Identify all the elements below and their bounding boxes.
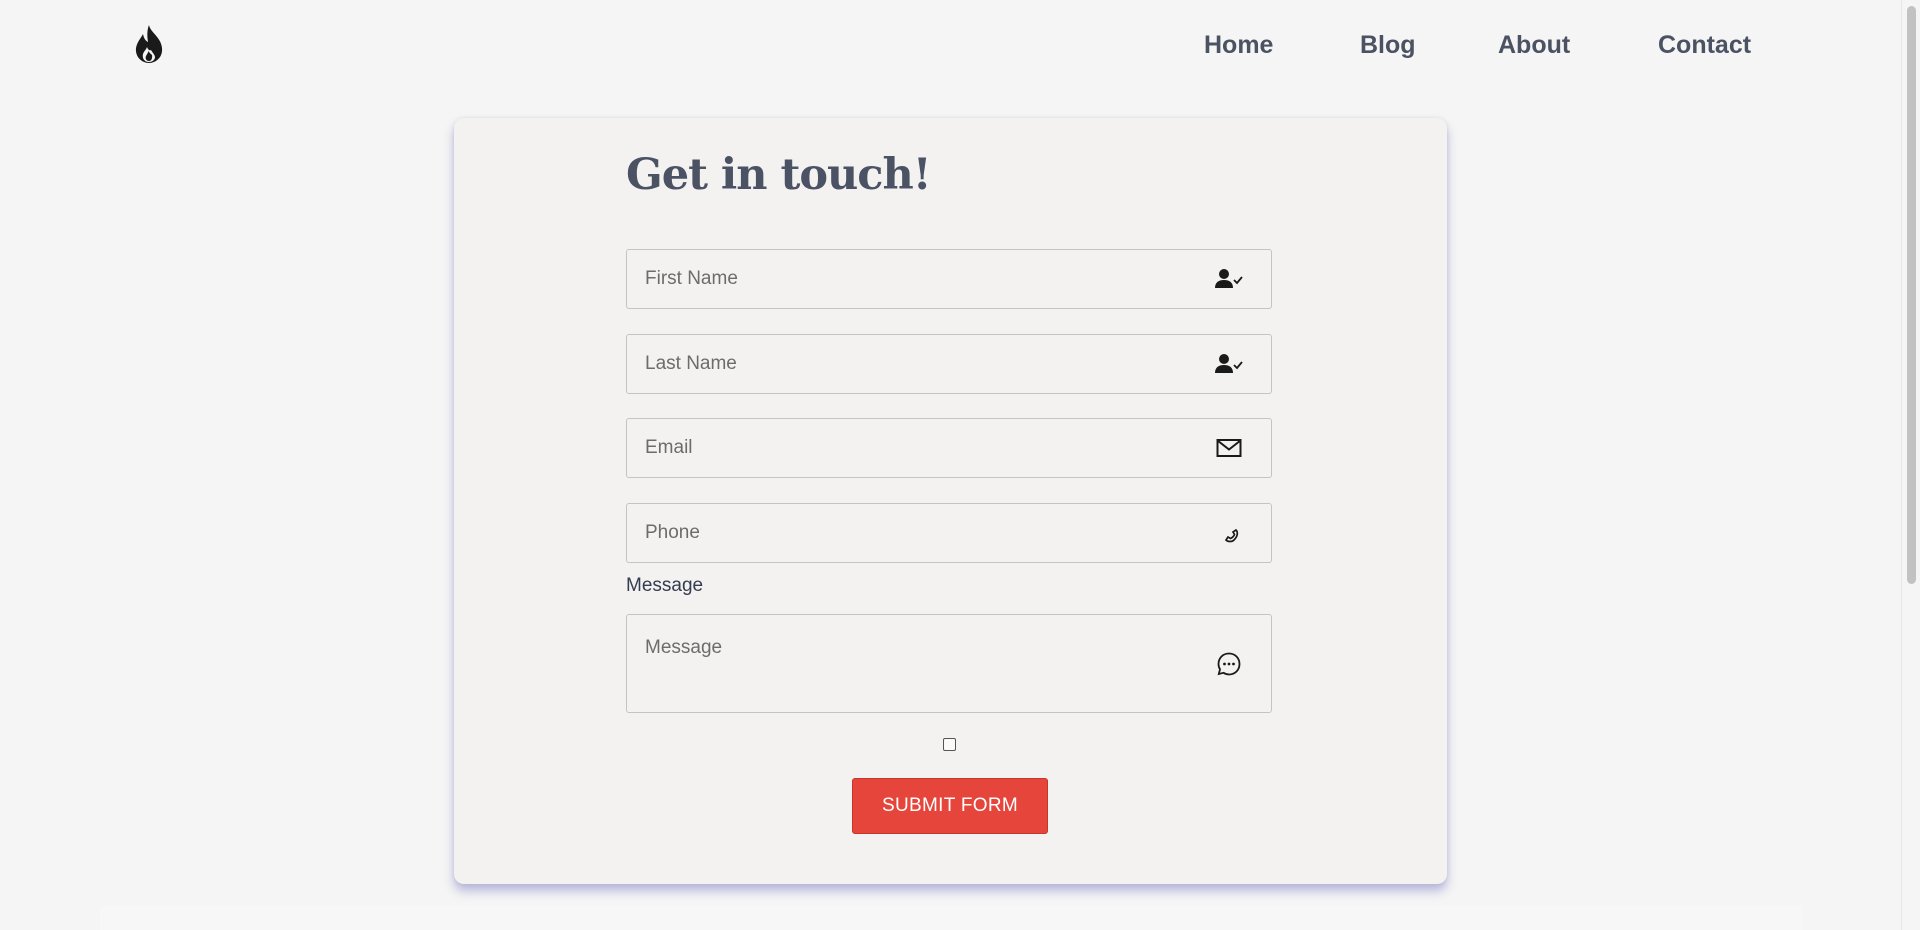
consent-checkbox[interactable] — [943, 738, 956, 751]
user-check-icon — [1215, 267, 1243, 291]
nav-blog[interactable]: Blog — [1360, 27, 1416, 63]
phone-input[interactable] — [627, 504, 1271, 562]
nav-home[interactable]: Home — [1204, 27, 1273, 63]
message-field — [626, 614, 1272, 713]
email-input[interactable] — [627, 419, 1271, 477]
flame-icon[interactable] — [131, 24, 167, 64]
contact-card — [454, 118, 1447, 884]
chat-bubble-icon — [1215, 652, 1243, 676]
last-name-field — [626, 334, 1272, 394]
footer-strip — [100, 906, 1802, 930]
phone-icon — [1215, 521, 1243, 545]
scrollbar-track[interactable] — [1901, 0, 1920, 930]
page: Home Blog About Contact Get in touch! Fi… — [0, 0, 1920, 930]
message-label: Message — [626, 575, 704, 596]
nav-about[interactable]: About — [1498, 27, 1570, 63]
phone-field — [626, 503, 1272, 563]
first-name-field — [626, 249, 1272, 309]
submit-button[interactable]: SUBMIT FORM — [852, 778, 1048, 834]
nav-contact[interactable]: Contact — [1658, 27, 1751, 63]
form-title: Get in touch! — [626, 150, 932, 200]
scrollbar-thumb[interactable] — [1907, 6, 1916, 584]
first-name-input[interactable] — [627, 250, 1271, 308]
email-field — [626, 418, 1272, 478]
last-name-input[interactable] — [627, 335, 1271, 393]
envelope-icon — [1215, 436, 1243, 460]
user-check-icon — [1215, 352, 1243, 376]
message-textarea[interactable] — [627, 615, 1271, 712]
